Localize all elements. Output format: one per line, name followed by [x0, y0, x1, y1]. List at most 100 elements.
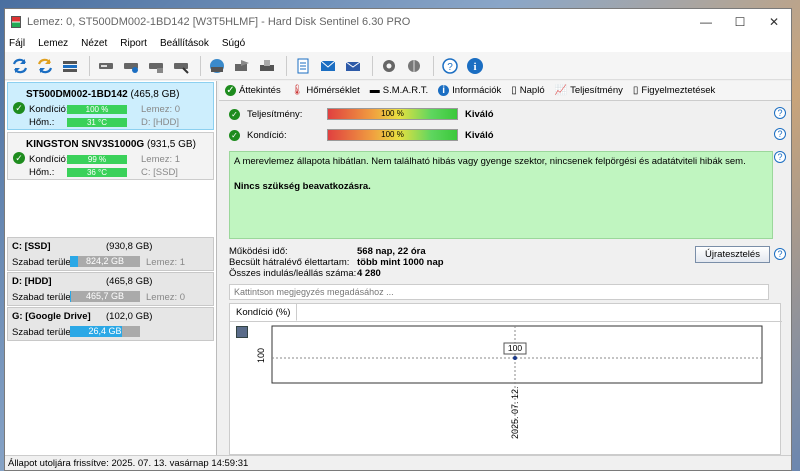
- check-icon: ✓: [13, 152, 25, 164]
- toolbar-separator: [286, 55, 287, 76]
- window-title: Lemez: 0, ST500DM002-1BD142 [W3T5HLMF] -…: [27, 16, 411, 28]
- gear-icon[interactable]: [378, 55, 400, 77]
- chart-panel: Kondíció (%) 100 2025. 07. 12. 100: [229, 303, 782, 455]
- y-tick-label: 100: [256, 348, 266, 363]
- health-grade: Kiváló: [465, 129, 494, 141]
- tab-bar: ✓ Áttekintés 🌡 Hőmérséklet ▬ S.M.A.R.T. i In…: [219, 81, 791, 101]
- toolbar: ? i: [5, 52, 791, 80]
- disk-index: Lemez: 0: [141, 104, 181, 115]
- disk-item-1[interactable]: KINGSTON SNV3S1000G (931,5 GB) ✓ Kondíci…: [7, 132, 214, 180]
- refresh-all-icon[interactable]: [34, 55, 56, 77]
- health-row: ✓ Kondíció: 100 % Kiváló: [229, 129, 494, 141]
- tab-alerts[interactable]: ▯ Figyelmeztetések: [633, 85, 715, 96]
- toolbar-separator: [200, 55, 201, 76]
- window-controls: — ☐ ✕: [689, 9, 791, 35]
- help-icon[interactable]: ?: [774, 151, 786, 163]
- retest-button[interactable]: Újratesztelés: [695, 246, 770, 263]
- health-label: Kondíció:: [29, 154, 69, 165]
- menu-disk[interactable]: Lemez: [38, 38, 68, 49]
- tools-icon[interactable]: [403, 55, 425, 77]
- volume-name: D: [HDD]: [12, 276, 52, 287]
- menu-bar: Fájl Lemez Nézet Riport Beállítások Súgó: [5, 35, 791, 52]
- disk-health-row: Kondíció: 100 % Lemez: 0: [29, 104, 180, 115]
- disk-list-icon[interactable]: [59, 55, 81, 77]
- health-bar: 100 %: [67, 105, 127, 114]
- free-space-bar: 465,7 GB: [70, 291, 140, 302]
- health-bar: 100 %: [327, 129, 458, 141]
- tab-performance[interactable]: 📈 Teljesítmény: [555, 85, 623, 96]
- note-input[interactable]: Kattintson megjegyzés megadásához ...: [229, 284, 769, 300]
- free-space-label: Szabad terület: [12, 292, 74, 303]
- disk-surface-icon[interactable]: [120, 55, 142, 77]
- tab-smart[interactable]: ▬ S.M.A.R.T.: [370, 85, 428, 96]
- tab-information[interactable]: i Információk: [438, 85, 501, 96]
- tab-temperature[interactable]: 🌡 Hőmérséklet: [291, 85, 360, 96]
- disk-name: KINGSTON SNV3S1000G (931,5 GB): [26, 139, 196, 150]
- refresh-icon[interactable]: [9, 55, 31, 77]
- volume-item-d[interactable]: D: [HDD] (465,8 GB) Szabad terület 465,7…: [7, 272, 214, 306]
- performance-grade: Kiváló: [465, 108, 494, 120]
- menu-settings[interactable]: Beállítások: [160, 38, 209, 49]
- check-icon: ✓: [229, 129, 240, 141]
- toolbar-separator: [433, 55, 434, 76]
- performance-label: Teljesítmény:: [247, 108, 303, 120]
- menu-help[interactable]: Súgó: [222, 38, 245, 49]
- help-icon[interactable]: ?: [774, 107, 786, 119]
- disk-name: ST500DM002-1BD142 (465,8 GB): [26, 89, 180, 100]
- chart-icon: 📈: [554, 85, 568, 96]
- close-button[interactable]: ✕: [757, 9, 791, 35]
- email-icon[interactable]: [317, 55, 339, 77]
- health-chart: 100 2025. 07. 12. 100: [256, 325, 763, 439]
- help-icon[interactable]: ?: [774, 128, 786, 140]
- minimize-button[interactable]: —: [689, 9, 723, 35]
- temp-bar: 36 °C: [67, 168, 127, 177]
- menu-file[interactable]: Fájl: [9, 38, 25, 49]
- disk-test-icon[interactable]: [95, 55, 117, 77]
- disk-panel-spacer: [5, 182, 216, 236]
- disk-info-icon[interactable]: [170, 55, 192, 77]
- disk-speed-icon[interactable]: [145, 55, 167, 77]
- info-icon[interactable]: i: [464, 55, 486, 77]
- free-space-bar: 824,2 GB: [70, 256, 140, 267]
- report-icon[interactable]: [206, 55, 228, 77]
- toolbar-separator: [89, 55, 90, 76]
- disk-item-0[interactable]: ST500DM002-1BD142 (465,8 GB) ✓ Kondíció:…: [7, 82, 214, 130]
- menu-view[interactable]: Nézet: [81, 38, 107, 49]
- mail-send-icon[interactable]: [342, 55, 364, 77]
- menu-report[interactable]: Riport: [120, 38, 147, 49]
- free-space-bar: 26,4 GB: [70, 326, 140, 337]
- alert-document-icon: ▯: [632, 85, 639, 96]
- disk-temp-row: Hőm.: 36 °C C: [SSD]: [29, 167, 178, 178]
- volume-disk: Lemez: 0: [146, 292, 186, 303]
- document-icon: ▯: [511, 85, 517, 96]
- info-icon: i: [438, 85, 450, 96]
- disk-icon: ▬: [369, 85, 380, 96]
- send-report-icon[interactable]: [231, 55, 253, 77]
- help-icon[interactable]: ?: [774, 248, 786, 260]
- disk-temp-row: Hőm.: 31 °C D: [HDD]: [29, 117, 179, 128]
- disk-volume: C: [SSD]: [141, 167, 178, 178]
- volume-name: G: [Google Drive]: [12, 311, 91, 322]
- temp-bar: 31 °C: [67, 118, 127, 127]
- health-label: Kondíció:: [247, 129, 287, 141]
- temp-label: Hőm.:: [29, 117, 55, 128]
- performance-bar: 100 %: [327, 108, 458, 120]
- free-space-label: Szabad terület: [12, 327, 74, 338]
- stat-row: Összes indulás/leállás száma: 4 280: [229, 268, 381, 279]
- toolbar-separator: [372, 55, 373, 76]
- data-label: 100: [508, 343, 522, 353]
- health-label: Kondíció:: [29, 104, 69, 115]
- volume-item-c[interactable]: C: [SSD] (930,8 GB) Szabad terület 824,2…: [7, 237, 214, 271]
- tab-log[interactable]: ▯ Napló: [511, 85, 544, 96]
- check-icon: ✓: [13, 102, 25, 114]
- app-window: Lemez: 0, ST500DM002-1BD142 [W3T5HLMF] -…: [4, 8, 792, 471]
- backup-icon[interactable]: [256, 55, 278, 77]
- free-space-label: Szabad terület: [12, 257, 74, 268]
- disk-stats: Működési idő: 568 nap, 22 óra Becsült hát…: [229, 246, 444, 279]
- maximize-button[interactable]: ☐: [723, 9, 757, 35]
- document-icon[interactable]: [292, 55, 314, 77]
- tab-overview[interactable]: ✓ Áttekintés: [225, 85, 281, 96]
- check-icon: ✓: [225, 85, 236, 96]
- help-icon[interactable]: ?: [439, 55, 461, 77]
- volume-item-g[interactable]: G: [Google Drive] (102,0 GB) Szabad terü…: [7, 307, 214, 341]
